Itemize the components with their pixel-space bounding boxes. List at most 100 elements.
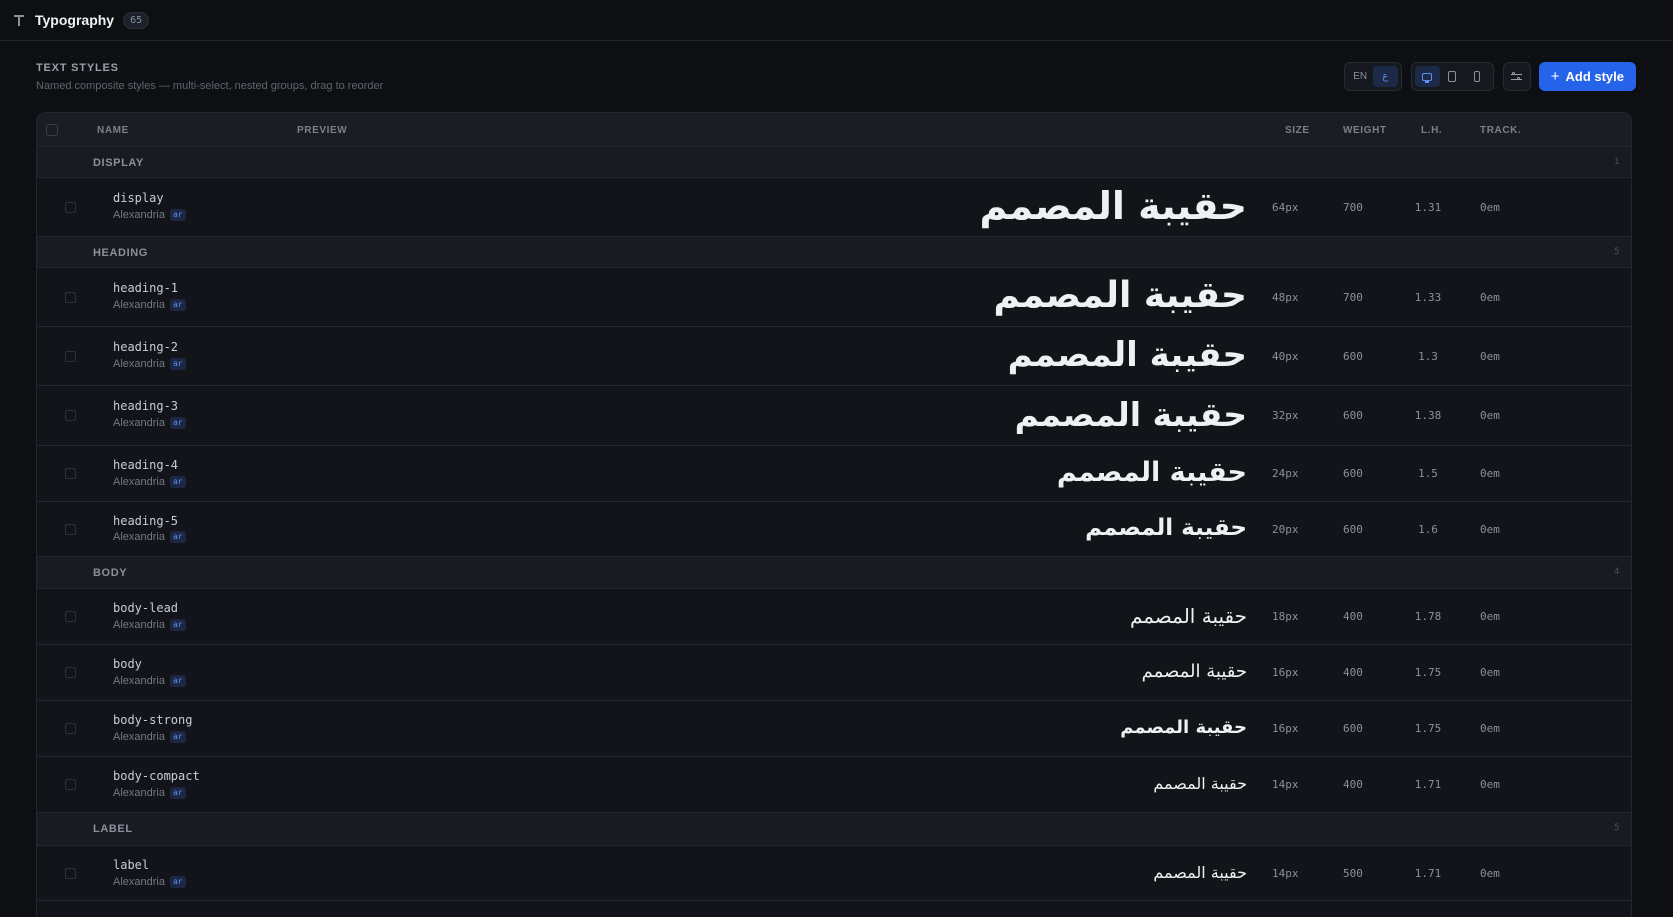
group-row[interactable]: DISPLAY 1 — [37, 147, 1631, 178]
add-style-label: Add style — [1565, 69, 1624, 84]
row-checkbox[interactable] — [65, 867, 76, 879]
weight-value: 700 — [1343, 290, 1363, 304]
settings-button[interactable] — [1502, 62, 1531, 91]
row-checkbox[interactable] — [65, 350, 76, 362]
tracking-value: 0em — [1480, 722, 1500, 735]
mobile-view-button[interactable] — [1465, 66, 1490, 87]
tracking-value: 0em — [1480, 666, 1500, 679]
count-badge: 65 — [123, 11, 150, 29]
section-title: TEXT STYLES — [36, 62, 119, 74]
table-row[interactable]: display Alexandria ar حقيبة المصمم 64px 700 1.… — [37, 178, 1631, 237]
tracking-value: 0em — [1480, 467, 1500, 480]
style-font: Alexandria ar — [113, 209, 186, 221]
row-checkbox[interactable] — [65, 291, 76, 303]
style-name: heading-3 — [113, 399, 179, 413]
row-checkbox[interactable] — [65, 723, 76, 734]
tracking-value: 0em — [1480, 349, 1500, 363]
weight-value: 600 — [1343, 409, 1363, 422]
table-row[interactable]: body-compact Alexandria ar حقيبة المصمم 14px… — [37, 757, 1631, 813]
column-weight[interactable]: WEIGHT — [1343, 125, 1387, 136]
row-checkbox[interactable] — [65, 667, 76, 678]
tracking-value: 0em — [1480, 200, 1500, 214]
table-row[interactable]: heading-4 Alexandria ar حقيبة المصمم 24px 600… — [37, 446, 1631, 502]
group-name: DISPLAY — [93, 157, 144, 169]
device-toggle — [1410, 62, 1494, 91]
select-all-checkbox[interactable] — [46, 124, 58, 136]
style-preview: حقيبة المصمم — [993, 274, 1247, 316]
tracking-value: 0em — [1480, 778, 1500, 791]
font-family-name: Alexandria — [113, 358, 165, 370]
size-value: 24px — [1272, 467, 1299, 480]
column-size[interactable]: SIZE — [1285, 125, 1310, 136]
line-height-value: 1.3 — [1418, 349, 1438, 363]
line-height-value: 1.6 — [1418, 522, 1438, 536]
tablet-view-button[interactable] — [1440, 66, 1465, 87]
row-checkbox[interactable] — [65, 523, 76, 535]
row-checkbox[interactable] — [65, 410, 76, 421]
font-family-name: Alexandria — [113, 209, 165, 221]
size-value: 32px — [1272, 409, 1299, 422]
style-font: Alexandria ar — [113, 531, 186, 543]
weight-value: 400 — [1343, 778, 1363, 791]
line-height-value: 1.38 — [1414, 409, 1442, 422]
style-font: Alexandria ar — [113, 417, 186, 429]
language-badge: ar — [169, 731, 186, 743]
lang-en-button[interactable]: EN — [1348, 66, 1373, 87]
line-height-value: 1.31 — [1414, 200, 1442, 214]
table-row[interactable]: heading-3 Alexandria ar حقيبة المصمم 32px 600… — [37, 386, 1631, 446]
row-checkbox[interactable] — [65, 468, 76, 479]
column-preview: PREVIEW — [297, 125, 348, 136]
lang-ar-button[interactable]: ع — [1372, 66, 1398, 87]
table-row[interactable] — [37, 901, 1631, 917]
table-row[interactable]: heading-1 Alexandria ar حقيبة المصمم 48px 700… — [37, 268, 1631, 327]
group-row[interactable]: HEADING 5 — [37, 237, 1631, 268]
table-row[interactable]: body-lead Alexandria ar حقيبة المصمم 18px 400… — [37, 589, 1631, 645]
style-preview: حقيبة المصمم — [979, 183, 1247, 228]
language-badge: ar — [169, 619, 186, 631]
tracking-value: 0em — [1480, 290, 1500, 304]
size-value: 40px — [1272, 349, 1299, 363]
add-style-button[interactable]: + Add style — [1538, 62, 1636, 91]
font-family-name: Alexandria — [113, 876, 165, 888]
line-height-value: 1.75 — [1414, 666, 1442, 679]
language-badge: ar — [169, 299, 186, 311]
row-checkbox[interactable] — [65, 611, 76, 622]
tracking-value: 0em — [1480, 409, 1500, 422]
group-name: HEADING — [93, 247, 148, 259]
group-count: 5 — [1613, 823, 1620, 833]
column-line-height[interactable]: L.H. — [1421, 125, 1442, 136]
typography-icon — [13, 14, 25, 26]
group-row[interactable]: BODY 4 — [37, 557, 1631, 589]
column-name[interactable]: NAME — [97, 125, 129, 136]
table-row[interactable]: body-strong Alexandria ar حقيبة المصمم 16px 6… — [37, 701, 1631, 757]
row-checkbox[interactable] — [65, 779, 76, 790]
style-name: body — [113, 657, 142, 671]
column-tracking[interactable]: TRACK. — [1480, 125, 1521, 136]
group-row[interactable]: LABEL 5 — [37, 813, 1631, 846]
language-badge: ar — [169, 876, 186, 888]
font-family-name: Alexandria — [113, 531, 165, 543]
table-row[interactable]: heading-2 Alexandria ar حقيبة المصمم 40px 600… — [37, 327, 1631, 386]
desktop-icon — [1422, 72, 1433, 83]
table-row[interactable]: heading-5 Alexandria ar حقيبة المصمم 20px 600… — [37, 502, 1631, 557]
style-font: Alexandria ar — [113, 476, 186, 488]
size-value: 20px — [1272, 522, 1299, 536]
table-row[interactable]: label Alexandria ar حقيبة المصمم 14px 500 1.71… — [37, 846, 1631, 901]
row-checkbox[interactable] — [65, 201, 76, 213]
section-description: Named composite styles — multi-select, n… — [36, 80, 384, 92]
weight-value: 600 — [1343, 349, 1363, 363]
weight-value: 500 — [1343, 866, 1363, 880]
style-preview: حقيبة المصمم — [1007, 334, 1247, 375]
font-family-name: Alexandria — [113, 731, 165, 743]
table-row[interactable]: body Alexandria ar حقيبة المصمم 16px 400 1.75 0… — [37, 645, 1631, 701]
size-value: 14px — [1272, 778, 1299, 791]
weight-value: 400 — [1343, 610, 1363, 623]
desktop-view-button[interactable] — [1414, 66, 1440, 87]
line-height-value: 1.75 — [1414, 722, 1442, 735]
style-preview: حقيبة المصمم — [1141, 661, 1247, 683]
line-height-value: 1.71 — [1414, 778, 1442, 791]
sliders-icon — [1511, 72, 1523, 81]
language-badge: ar — [169, 531, 186, 543]
style-font: Alexandria ar — [113, 731, 186, 743]
style-preview: حقيبة المصمم — [1129, 604, 1247, 628]
